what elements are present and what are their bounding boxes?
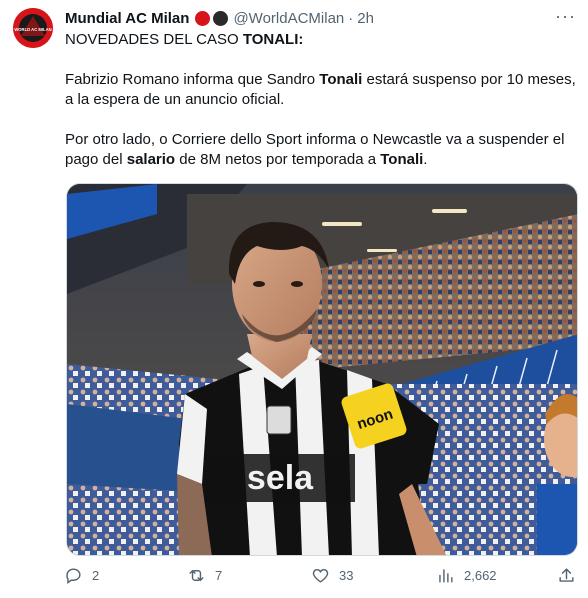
avatar-label: WORLD AC MILAN [14,27,51,32]
share-button[interactable] [557,566,576,585]
text-span: . [423,151,428,168]
reply-count: 2 [92,568,100,583]
views-button[interactable]: 2,662 [436,566,497,585]
author-name[interactable]: Mundial AC Milan [65,10,189,27]
views-count: 2,662 [464,568,497,583]
text-paragraph-2: Fabrizio Romano informa que Sandro Tonal… [65,70,577,110]
separator-dot: · [348,9,354,27]
flag-badges [195,10,229,26]
avatar[interactable]: WORLD AC MILAN [13,8,53,48]
views-chart-icon [439,569,453,583]
text-bold: Tonali [319,71,363,88]
share-icon [559,568,574,582]
shirt-sponsor-text: sela [247,459,314,497]
retweet-count: 7 [215,568,223,583]
text-span: de 8M netos por temporada a [175,151,381,168]
player-photo: noon sela [67,184,577,555]
text-span: Fabrizio Romano informa que Sandro [65,71,320,88]
tweet-actions: 2 7 33 2,662 [60,566,580,590]
avatar-logo-icon: WORLD AC MILAN [13,8,53,48]
reply-button[interactable]: 2 [64,566,99,585]
like-count: 33 [339,568,354,583]
retweet-button[interactable]: 7 [187,566,222,585]
author-handle[interactable]: @WorldACMilan [233,10,344,27]
tweet-text: NOVEDADES DEL CASO TONALI: Fabrizio Roma… [65,30,577,170]
reply-icon [66,568,81,585]
text-bold: salario [126,151,176,168]
black-circle-icon [213,10,229,26]
retweet-icon [189,570,204,581]
text-line-1: NOVEDADES DEL CASO TONALI: [65,30,577,50]
red-circle-icon [195,10,211,26]
text-paragraph-3: Por otro lado, o Corriere dello Sport in… [65,130,577,170]
more-options-icon[interactable]: ··· [555,6,576,27]
text-bold: Tonali [380,151,424,168]
like-button[interactable]: 33 [311,566,353,585]
tweet-header: Mundial AC Milan @WorldACMilan · 2h [65,7,374,29]
tweet-time[interactable]: 2h [357,10,374,27]
tweet-photo[interactable]: noon sela [66,183,578,556]
text-span: NOVEDADES DEL CASO [65,31,243,48]
heart-icon [312,568,329,583]
tweet[interactable]: WORLD AC MILAN Mundial AC Milan @WorldAC… [0,0,588,598]
text-bold: TONALI: [242,31,304,48]
